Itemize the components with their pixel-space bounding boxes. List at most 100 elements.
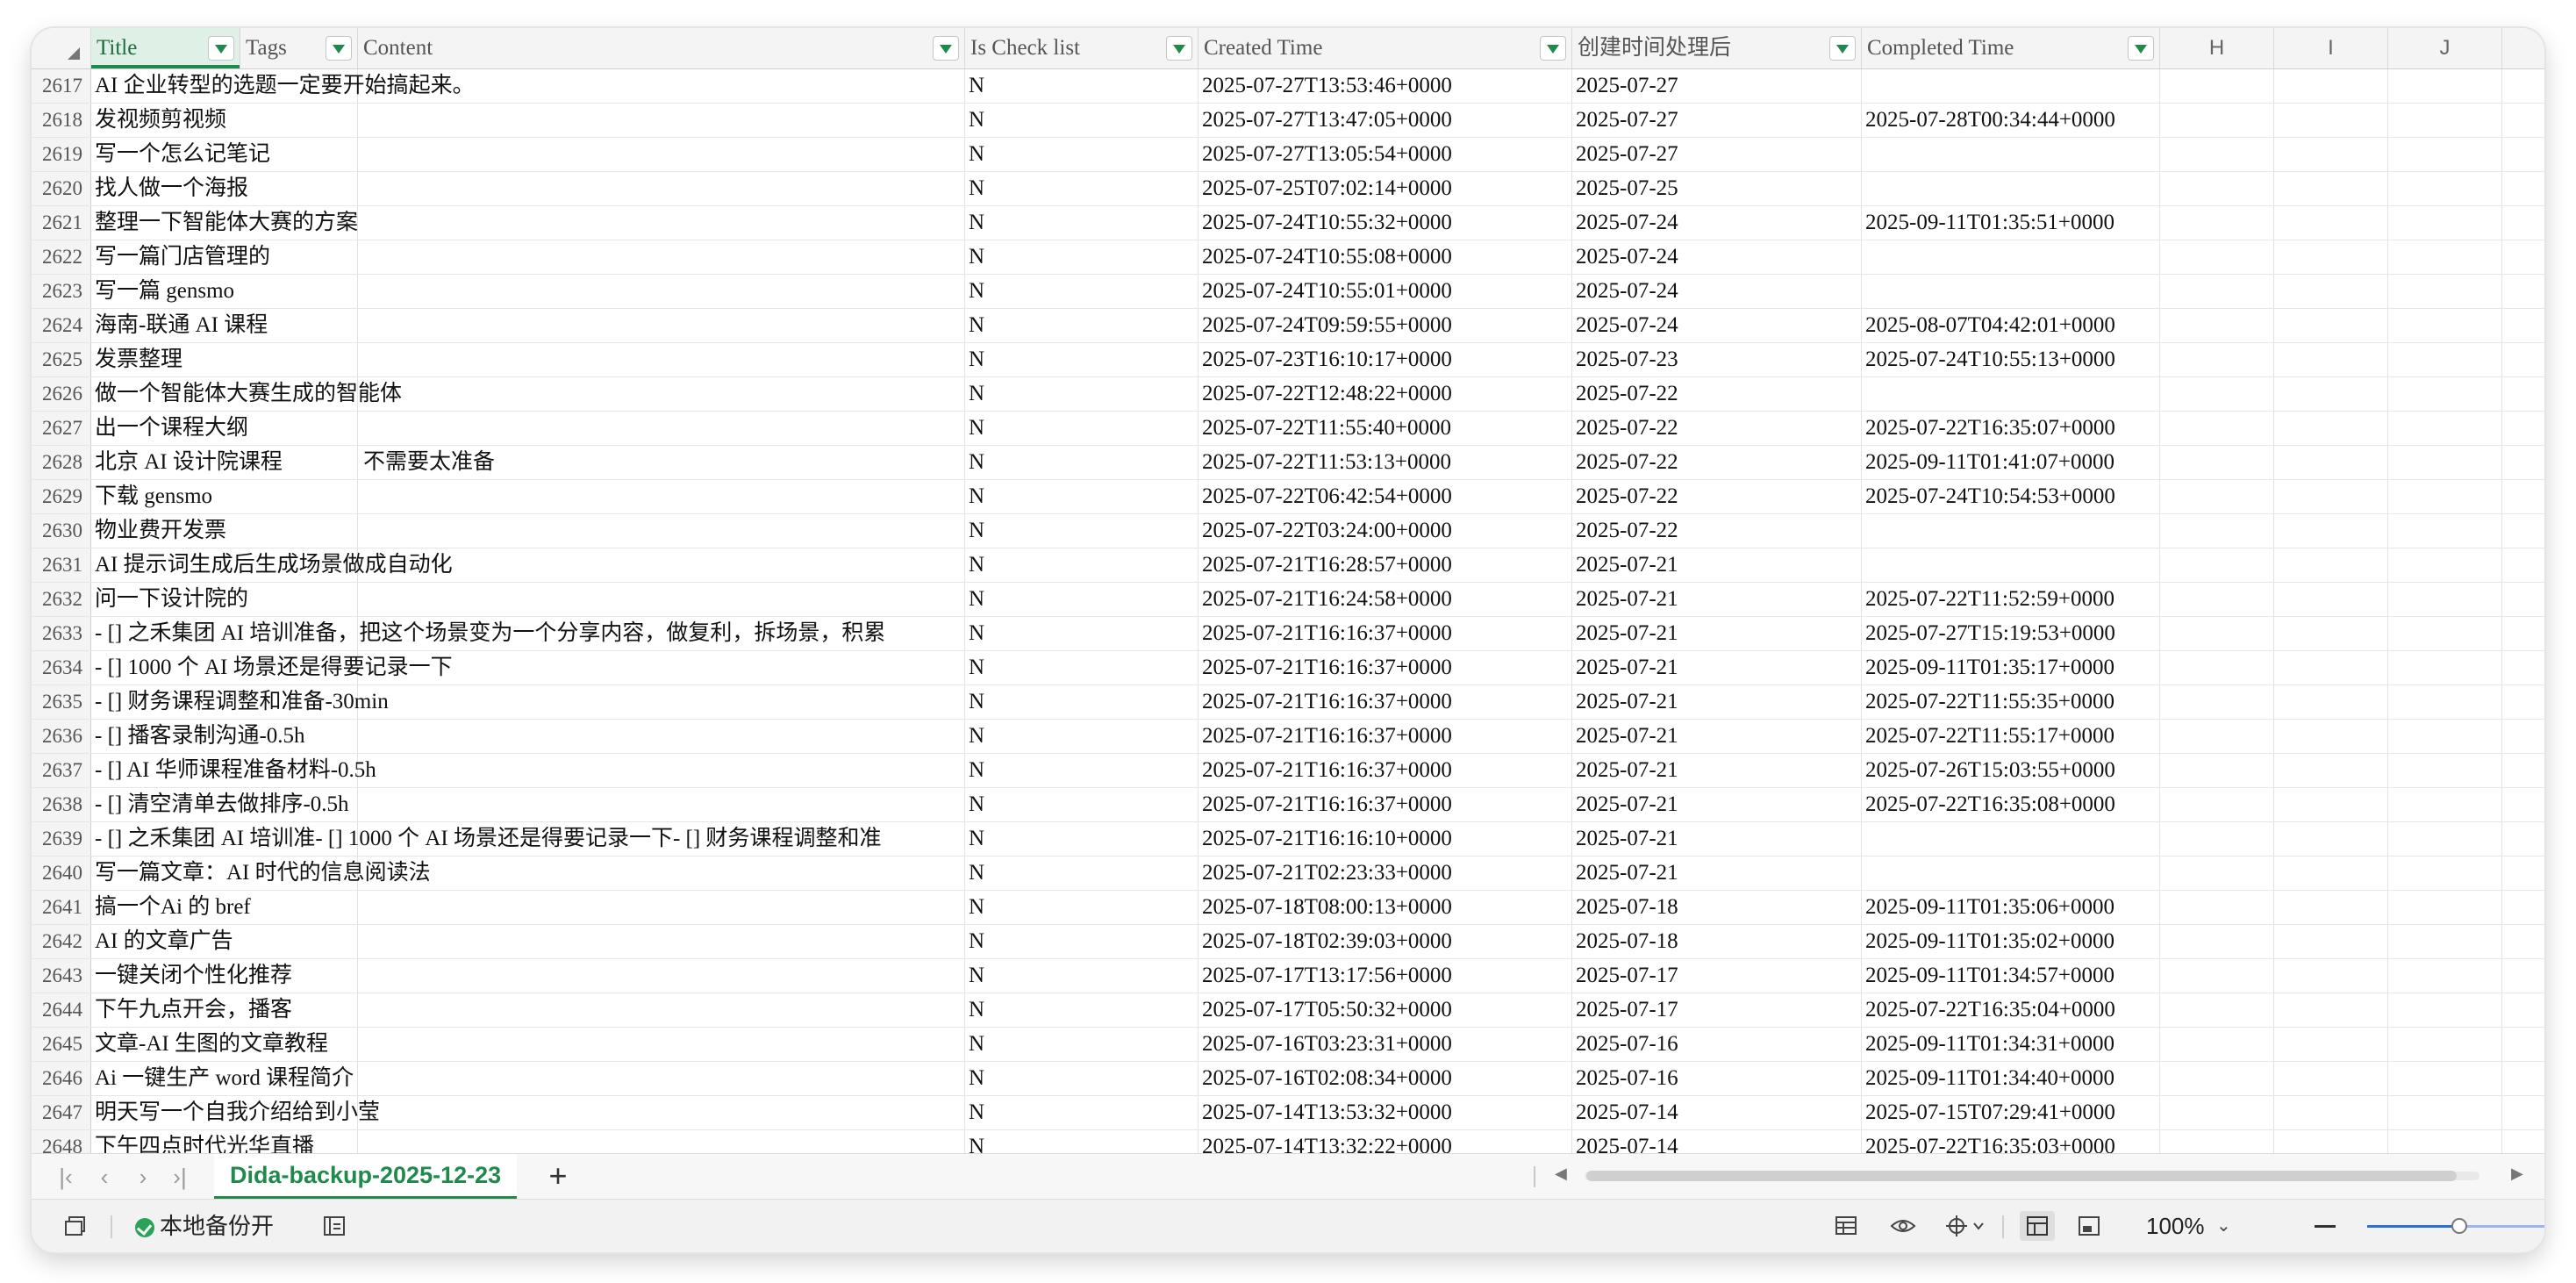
zoom-dropdown-icon[interactable]: ⌄ bbox=[2216, 1212, 2231, 1240]
cell-content[interactable] bbox=[358, 583, 965, 616]
cell-created-time[interactable]: 2025-07-18T02:39:03+0000 bbox=[1199, 925, 1572, 958]
cell-content[interactable] bbox=[358, 720, 965, 753]
row-number[interactable]: 2631 bbox=[32, 548, 91, 582]
cell-j[interactable] bbox=[2388, 69, 2502, 103]
cell-i[interactable] bbox=[2274, 651, 2388, 685]
cell-created-time[interactable]: 2025-07-14T13:32:22+0000 bbox=[1199, 1130, 1572, 1153]
cell-content[interactable] bbox=[358, 309, 965, 342]
cell-k[interactable] bbox=[2502, 343, 2544, 376]
cell-j[interactable] bbox=[2388, 583, 2502, 616]
cell-k[interactable] bbox=[2502, 1096, 2544, 1129]
cell-is-check-list[interactable]: N bbox=[965, 412, 1199, 445]
eye-icon[interactable] bbox=[1890, 1214, 1916, 1238]
cell-completed-time[interactable]: 2025-07-22T16:35:03+0000 bbox=[1862, 1130, 2160, 1153]
cell-h[interactable] bbox=[2160, 480, 2274, 513]
cell-completed-time[interactable]: 2025-07-26T15:03:55+0000 bbox=[1862, 754, 2160, 787]
cell-j[interactable] bbox=[2388, 480, 2502, 513]
table-row[interactable]: 2646 Ai 一键生产 word 课程简介 N 2025-07-16T02:08:3… bbox=[32, 1062, 2544, 1096]
table-row[interactable]: 2631 AI 提示词生成后生成场景做成自动化 N 2025-07-21T16:28:… bbox=[32, 548, 2544, 583]
cell-created-time[interactable]: 2025-07-22T06:42:54+0000 bbox=[1199, 480, 1572, 513]
column-header-i[interactable]: I bbox=[2274, 28, 2388, 68]
cell-created-time[interactable]: 2025-07-17T05:50:32+0000 bbox=[1199, 993, 1572, 1027]
cell-completed-time[interactable]: 2025-07-22T11:52:59+0000 bbox=[1862, 583, 2160, 616]
cell-k[interactable] bbox=[2502, 651, 2544, 685]
cell-completed-time[interactable]: 2025-09-11T01:41:07+0000 bbox=[1862, 446, 2160, 479]
cell-i[interactable] bbox=[2274, 617, 2388, 650]
cell-completed-time[interactable] bbox=[1862, 822, 2160, 856]
cell-created-date[interactable]: 2025-07-27 bbox=[1572, 69, 1862, 103]
cell-i[interactable] bbox=[2274, 1028, 2388, 1061]
cell-completed-time[interactable]: 2025-09-11T01:35:17+0000 bbox=[1862, 651, 2160, 685]
cell-k[interactable] bbox=[2502, 377, 2544, 411]
column-header-h[interactable]: H bbox=[2160, 28, 2274, 68]
cell-j[interactable] bbox=[2388, 925, 2502, 958]
cell-created-time[interactable]: 2025-07-21T16:16:37+0000 bbox=[1199, 754, 1572, 787]
grid-layout-icon[interactable] bbox=[2020, 1211, 2055, 1241]
cell-is-check-list[interactable]: N bbox=[965, 822, 1199, 856]
cell-k[interactable] bbox=[2502, 514, 2544, 548]
cell-created-date[interactable]: 2025-07-24 bbox=[1572, 309, 1862, 342]
row-number[interactable]: 2645 bbox=[32, 1028, 91, 1061]
cell-created-time[interactable]: 2025-07-27T13:05:54+0000 bbox=[1199, 138, 1572, 171]
cell-completed-time[interactable]: 2025-07-28T00:34:44+0000 bbox=[1862, 104, 2160, 137]
cell-j[interactable] bbox=[2388, 412, 2502, 445]
freeze-icon[interactable] bbox=[1944, 1214, 1986, 1238]
cell-is-check-list[interactable]: N bbox=[965, 69, 1199, 103]
cell-title[interactable]: 下午四点时代光华直播 bbox=[91, 1130, 314, 1153]
cell-created-date[interactable]: 2025-07-21 bbox=[1572, 548, 1862, 582]
cell-tags[interactable] bbox=[240, 925, 358, 958]
cell-created-date[interactable]: 2025-07-16 bbox=[1572, 1028, 1862, 1061]
zoom-out-icon[interactable] bbox=[2315, 1225, 2336, 1228]
cell-tags[interactable] bbox=[240, 275, 358, 308]
cell-j[interactable] bbox=[2388, 822, 2502, 856]
cell-created-date[interactable]: 2025-07-24 bbox=[1572, 206, 1862, 240]
cell-completed-time[interactable]: 2025-09-11T01:34:57+0000 bbox=[1862, 959, 2160, 993]
cell-i[interactable] bbox=[2274, 548, 2388, 582]
cell-i[interactable] bbox=[2274, 104, 2388, 137]
cell-title[interactable]: AI 的文章广告 bbox=[91, 925, 233, 958]
cell-created-time[interactable]: 2025-07-22T12:48:22+0000 bbox=[1199, 377, 1572, 411]
cell-content[interactable] bbox=[358, 857, 965, 890]
cell-k[interactable] bbox=[2502, 1028, 2544, 1061]
cell-i[interactable] bbox=[2274, 685, 2388, 719]
cell-is-check-list[interactable]: N bbox=[965, 377, 1199, 411]
cell-title[interactable]: 文章-AI 生图的文章教程 bbox=[91, 1028, 328, 1061]
cell-title[interactable]: - [] 之禾集团 AI 培训准- [] 1000 个 AI 场景还是得要记录一… bbox=[91, 822, 881, 856]
cell-title[interactable]: - [] AI 华师课程准备材料-0.5h bbox=[91, 754, 376, 787]
filter-dropdown-icon[interactable] bbox=[1829, 36, 1856, 61]
cell-h[interactable] bbox=[2160, 788, 2274, 821]
cell-j[interactable] bbox=[2388, 754, 2502, 787]
cell-h[interactable] bbox=[2160, 583, 2274, 616]
cell-created-time[interactable]: 2025-07-21T16:16:37+0000 bbox=[1199, 617, 1572, 650]
cell-h[interactable] bbox=[2160, 275, 2274, 308]
cell-content[interactable] bbox=[358, 1096, 965, 1129]
cell-k[interactable] bbox=[2502, 857, 2544, 890]
cell-completed-time[interactable] bbox=[1862, 548, 2160, 582]
cell-created-time[interactable]: 2025-07-21T16:28:57+0000 bbox=[1199, 548, 1572, 582]
table-row[interactable]: 2640 写一篇文章：AI 时代的信息阅读法 N 2025-07-21T02:23:3… bbox=[32, 857, 2544, 891]
cell-k[interactable] bbox=[2502, 412, 2544, 445]
cell-created-date[interactable]: 2025-07-22 bbox=[1572, 480, 1862, 513]
cell-i[interactable] bbox=[2274, 1130, 2388, 1153]
table-row[interactable]: 2621 整理一下智能体大赛的方案 N 2025-07-24T10:55:32+000… bbox=[32, 206, 2544, 240]
cell-created-date[interactable]: 2025-07-18 bbox=[1572, 891, 1862, 924]
cell-created-date[interactable]: 2025-07-16 bbox=[1572, 1062, 1862, 1095]
filter-dropdown-icon[interactable] bbox=[208, 36, 234, 61]
cell-k[interactable] bbox=[2502, 925, 2544, 958]
row-number[interactable]: 2636 bbox=[32, 720, 91, 753]
cell-created-time[interactable]: 2025-07-17T13:17:56+0000 bbox=[1199, 959, 1572, 993]
cell-i[interactable] bbox=[2274, 993, 2388, 1027]
cell-content[interactable] bbox=[358, 1062, 965, 1095]
table-row[interactable]: 2633- [] 之禾集团 AI 培训准备，把这个场景变为一个分享内容，做复利，… bbox=[32, 617, 2544, 651]
cell-created-time[interactable]: 2025-07-14T13:53:32+0000 bbox=[1199, 1096, 1572, 1129]
row-number[interactable]: 2646 bbox=[32, 1062, 91, 1095]
row-number[interactable]: 2643 bbox=[32, 959, 91, 993]
cell-created-time[interactable]: 2025-07-27T13:47:05+0000 bbox=[1199, 104, 1572, 137]
cell-k[interactable] bbox=[2502, 993, 2544, 1027]
cell-h[interactable] bbox=[2160, 617, 2274, 650]
cell-completed-time[interactable] bbox=[1862, 240, 2160, 274]
cell-is-check-list[interactable]: N bbox=[965, 1096, 1199, 1129]
cell-h[interactable] bbox=[2160, 993, 2274, 1027]
cell-created-date[interactable]: 2025-07-21 bbox=[1572, 788, 1862, 821]
cell-h[interactable] bbox=[2160, 240, 2274, 274]
